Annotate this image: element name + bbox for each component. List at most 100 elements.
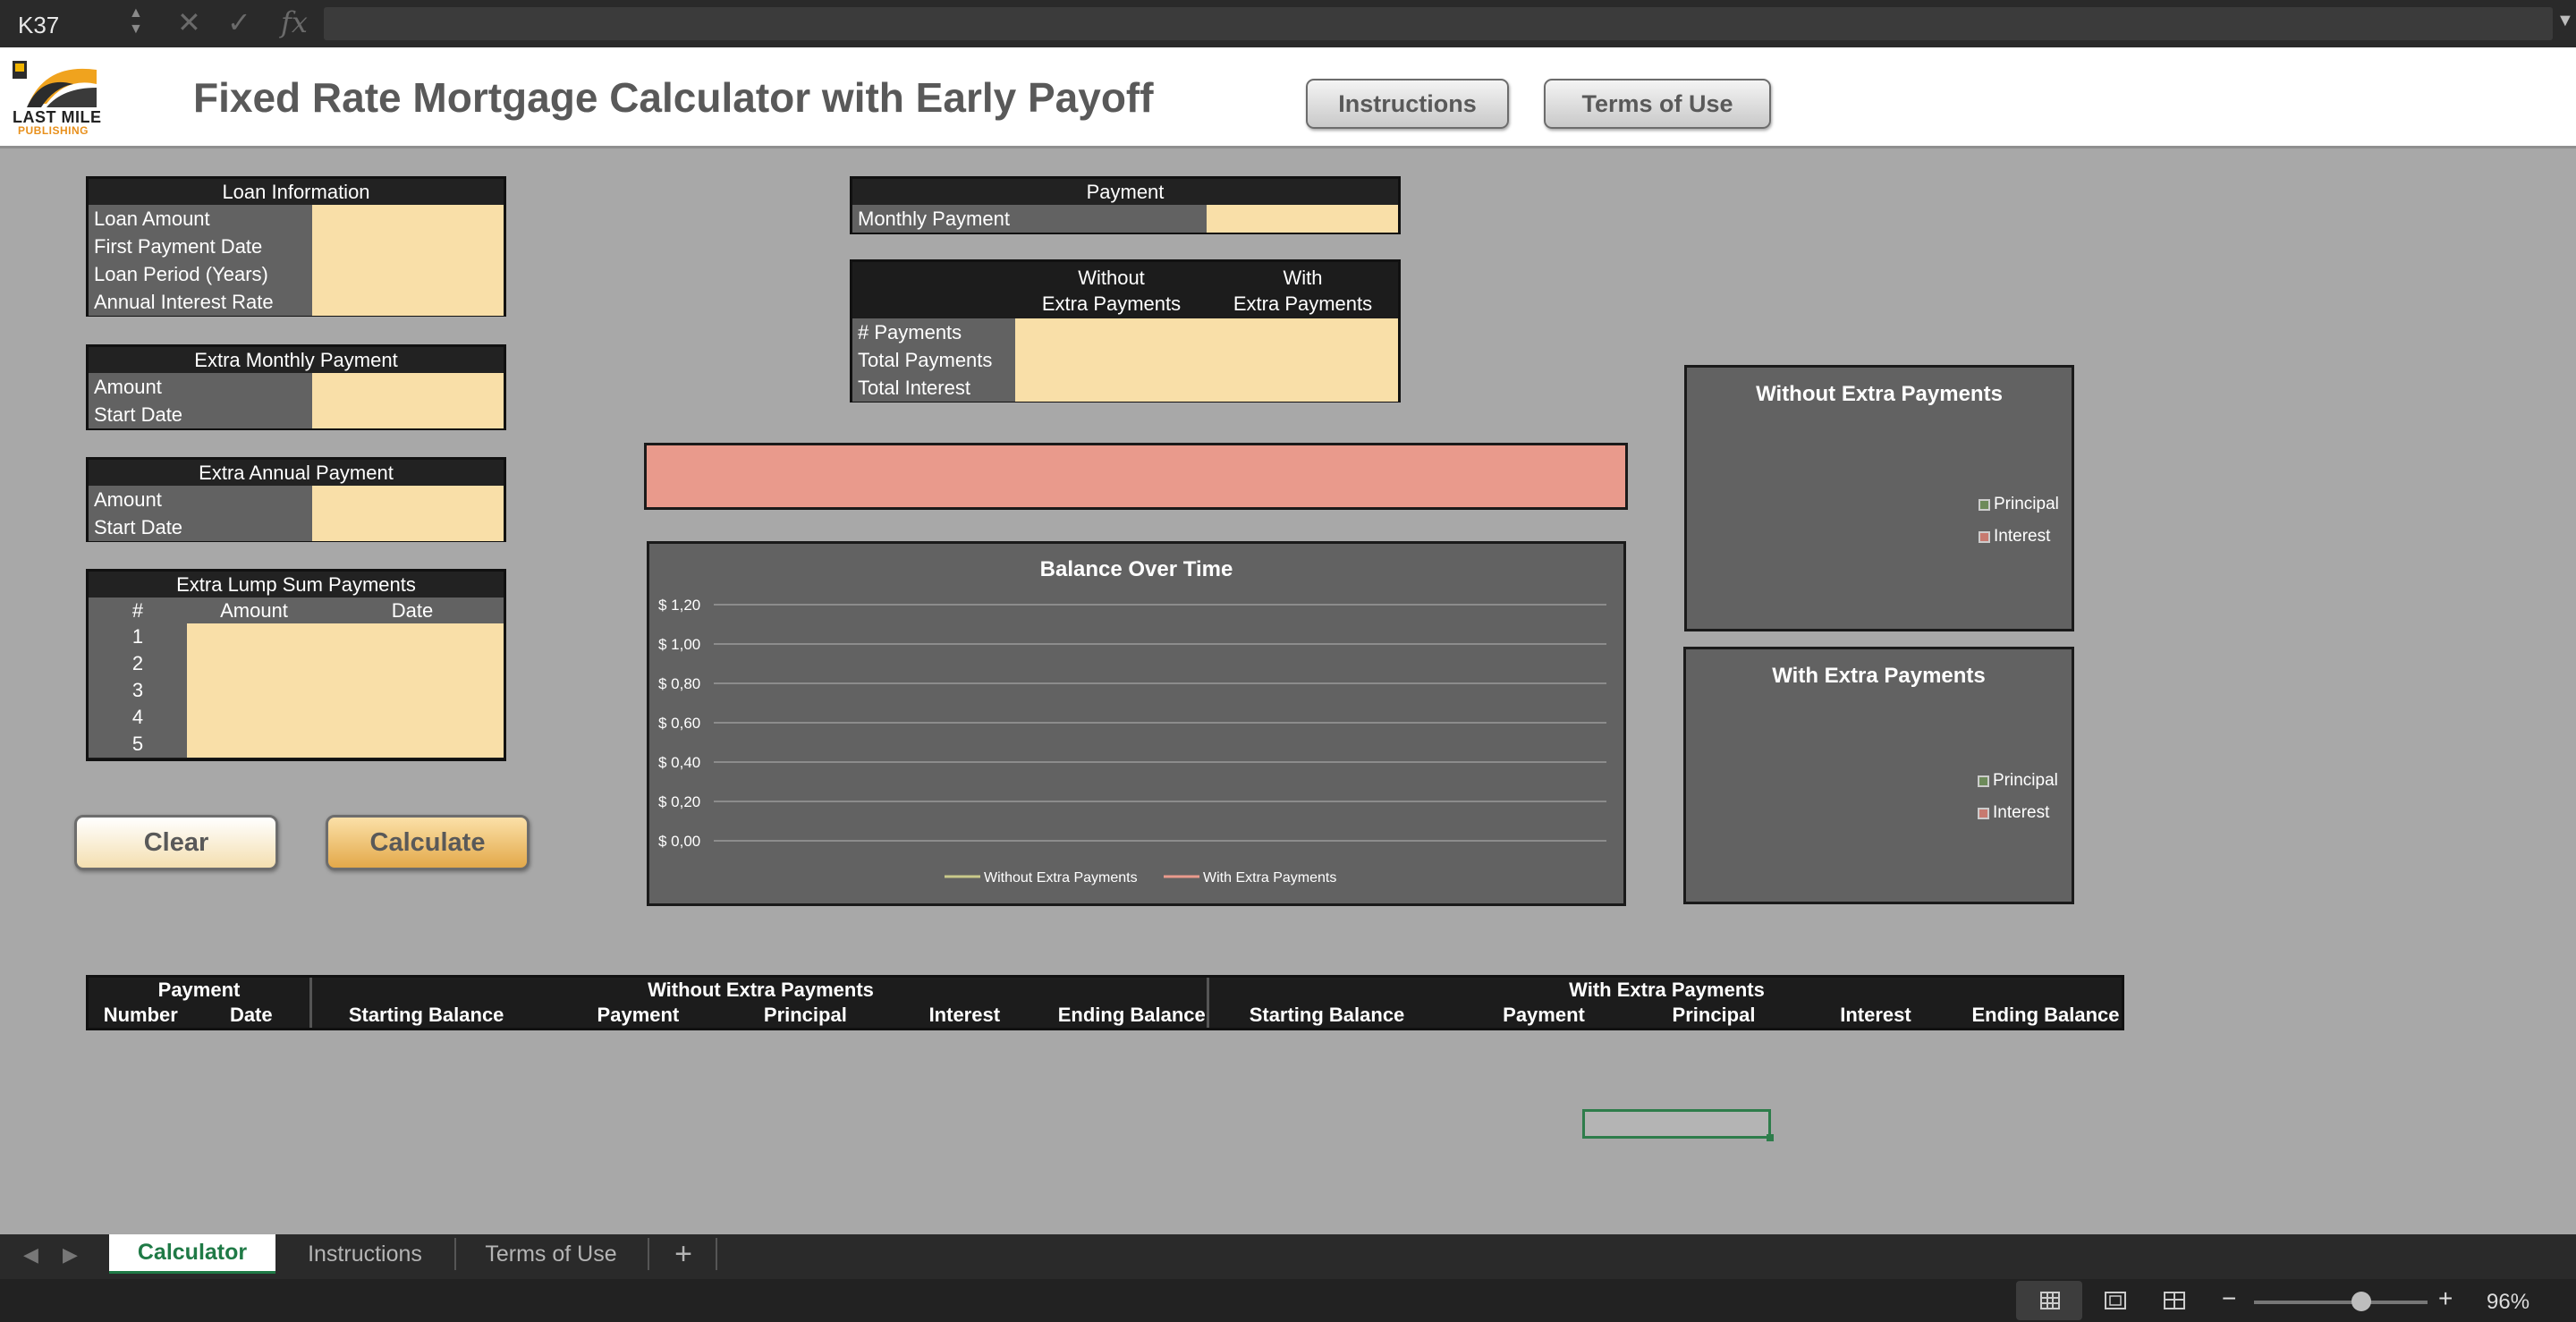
page-break-icon [2164, 1292, 2185, 1309]
with-ending-balance-header: Ending Balance [1971, 1004, 2120, 1026]
payment-title: Payment [852, 179, 1398, 205]
lump-row-number: 2 [131, 652, 144, 674]
tab-separator [454, 1238, 456, 1270]
with-starting-balance-header: Starting Balance [1249, 1004, 1405, 1026]
tab-separator [716, 1238, 717, 1270]
extra-lump-sum-box: Extra Lump Sum Payments # Amount Date 1 … [86, 569, 506, 761]
with-header-line2: Extra Payments [1233, 292, 1373, 315]
without-ending-balance-header: Ending Balance [1057, 1004, 1206, 1026]
loan-amount-label: Loan Amount [94, 208, 210, 230]
tab-calculator[interactable]: Calculator [109, 1234, 275, 1274]
tab-instructions[interactable]: Instructions [283, 1234, 447, 1274]
tab-terms-of-use[interactable]: Terms of Use [462, 1234, 640, 1274]
balance-y-tick-label: $ 0,00 [658, 833, 700, 850]
normal-view-icon [2040, 1292, 2060, 1309]
clear-button[interactable]: Clear [74, 815, 278, 870]
insert-function-icon[interactable]: fx [281, 5, 308, 39]
summary-box: Without Extra Payments With Extra Paymen… [850, 259, 1401, 403]
with-payment-header: Payment [1503, 1004, 1585, 1026]
name-box-stepper-icon[interactable]: ▲ ▼ [129, 5, 143, 38]
calculate-button[interactable]: Calculate [326, 815, 530, 870]
monthly-payment-label: Monthly Payment [858, 208, 1010, 230]
page-title: Fixed Rate Mortgage Calculator with Earl… [193, 74, 1154, 121]
without-starting-balance-header: Starting Balance [348, 1004, 504, 1026]
with-principal-header: Principal [1672, 1004, 1756, 1026]
selected-cell[interactable] [1582, 1109, 1774, 1141]
logo-text-line2: PUBLISHING [18, 124, 89, 137]
pie1-legend-interest-label: Interest [1994, 527, 2051, 546]
summary-corner [852, 262, 1015, 318]
balance-legend-label: Without Extra Payments [984, 870, 1138, 886]
lump-row-number: 5 [131, 733, 144, 755]
schedule-without-group: Without Extra Payments Starting Balance … [315, 978, 1209, 1028]
lump-amount-header: Amount [220, 599, 288, 622]
terms-of-use-button[interactable]: Terms of Use [1544, 79, 1771, 129]
summary-values [1015, 318, 1398, 402]
loan-period-label: Loan Period (Years) [94, 263, 268, 285]
pie2-legend-interest: Interest [1978, 803, 2049, 823]
scroll-tabs-right-icon[interactable]: ▶ [63, 1243, 78, 1267]
zoom-slider[interactable] [2254, 1301, 2428, 1304]
schedule-number-header: Number [103, 1004, 178, 1026]
lump-row-number: 4 [131, 706, 144, 728]
extra-annual-start-date-label: Start Date [94, 516, 183, 538]
name-box[interactable]: K37 [5, 7, 148, 40]
balance-over-time-chart: Balance Over Time $ 1,20 $ 1,00 $ 0,80 $ 0,6… [647, 541, 1626, 906]
formula-input[interactable] [324, 7, 2553, 40]
extra-annual-amount-label: Amount [94, 488, 162, 511]
extra-monthly-payment-title: Extra Monthly Payment [89, 347, 504, 373]
payment-box: Payment Monthly Payment [850, 176, 1401, 234]
extra-monthly-input-cells[interactable] [312, 373, 504, 428]
pie2-legend-interest-label: Interest [1993, 803, 2050, 822]
lump-date-header: Date [391, 599, 434, 622]
without-payment-header: Payment [597, 1004, 680, 1026]
with-header-line1: With [1283, 267, 1323, 289]
pie1-legend-interest: Interest [1979, 527, 2050, 547]
lump-sum-input-cells[interactable] [187, 623, 504, 758]
lump-number-header: # [131, 599, 144, 622]
amortization-schedule-header: Payment Number Date Without Extra Paymen… [86, 975, 2124, 1030]
tab-separator [648, 1238, 649, 1270]
with-interest-header: Interest [1840, 1004, 1911, 1026]
scroll-tabs-left-icon[interactable]: ◀ [23, 1243, 38, 1267]
schedule-payment-title: Payment [157, 979, 241, 1001]
balance-y-tick-label: $ 0,60 [658, 715, 700, 732]
balance-chart-svg: Balance Over Time $ 1,20 $ 1,00 $ 0,80 $ 0,6… [658, 557, 1606, 886]
page-break-view-button[interactable] [2148, 1281, 2202, 1320]
without-extra-payments-chart: Without Extra Payments Principal Interes… [1684, 365, 2074, 631]
pie2-title: With Extra Payments [1772, 664, 1986, 688]
instructions-button[interactable]: Instructions [1306, 79, 1509, 129]
pie1-legend-principal-label: Principal [1994, 495, 2059, 513]
extra-monthly-amount-label: Amount [94, 376, 162, 398]
normal-view-button[interactable] [2016, 1281, 2082, 1320]
logo-road-icon [13, 61, 97, 107]
schedule-without-title: Without Extra Payments [648, 979, 874, 1001]
zoom-out-icon[interactable]: − [2222, 1284, 2236, 1313]
chevron-down-icon[interactable]: ▼ [2556, 11, 2574, 31]
lump-row-number: 1 [131, 625, 144, 648]
extra-annual-payment-box: Extra Annual Payment Amount Start Date [86, 457, 506, 542]
zoom-in-icon[interactable]: + [2438, 1284, 2453, 1313]
extra-monthly-payment-box: Extra Monthly Payment Amount Start Date [86, 344, 506, 430]
page-layout-view-button[interactable] [2088, 1281, 2141, 1320]
without-header-line2: Extra Payments [1041, 292, 1182, 315]
without-interest-header: Interest [928, 1004, 1001, 1026]
extra-annual-input-cells[interactable] [312, 486, 504, 541]
loan-information-title: Loan Information [89, 179, 504, 205]
confirm-icon[interactable]: ✓ [227, 5, 251, 39]
cancel-icon[interactable]: ✕ [177, 5, 201, 39]
extra-lump-sum-title: Extra Lump Sum Payments [89, 572, 504, 597]
schedule-with-title: With Extra Payments [1569, 979, 1765, 1001]
add-sheet-button[interactable]: + [655, 1234, 712, 1274]
lump-row-number: 3 [131, 679, 144, 701]
page-layout-icon [2105, 1292, 2126, 1309]
extra-monthly-start-date-label: Start Date [94, 403, 183, 426]
balance-y-tick-label: $ 1,00 [658, 636, 700, 653]
balance-legend-label: With Extra Payments [1203, 870, 1336, 886]
extra-annual-payment-title: Extra Annual Payment [89, 460, 504, 486]
loan-information-box: Loan Information Loan Amount First Payme… [86, 176, 506, 317]
annual-interest-rate-label: Annual Interest Rate [94, 291, 274, 313]
loan-information-input-cells[interactable] [312, 205, 504, 316]
balance-y-tick-label: $ 0,40 [658, 754, 700, 771]
pie1-legend-principal: Principal [1979, 495, 2059, 514]
